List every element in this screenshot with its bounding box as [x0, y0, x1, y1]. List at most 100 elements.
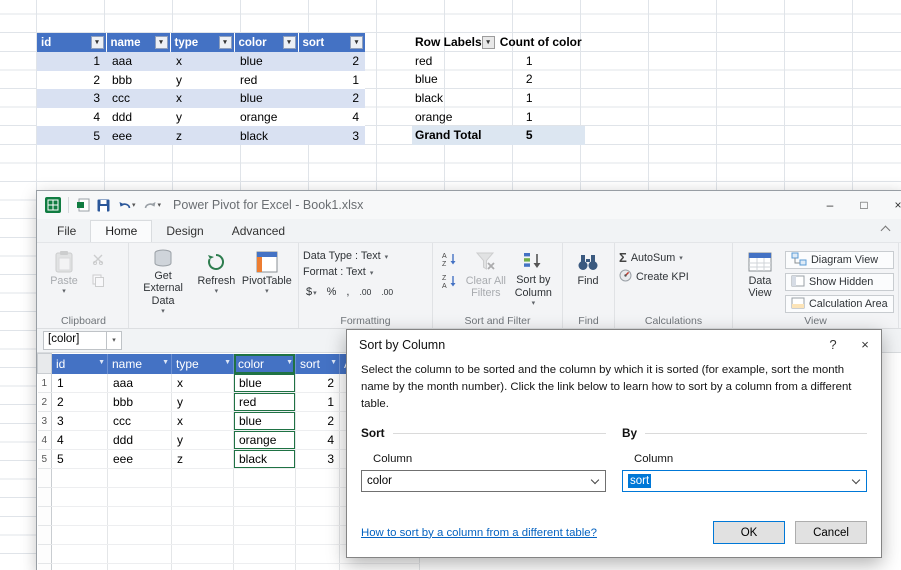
grid-cell[interactable]: blue: [233, 411, 296, 431]
cell[interactable]: 3: [37, 89, 106, 108]
cell[interactable]: blue: [234, 89, 298, 108]
pivot-value[interactable]: 1: [497, 52, 585, 71]
pivot-value[interactable]: 5: [496, 125, 585, 145]
grid-cell[interactable]: [107, 506, 172, 526]
grid-cell[interactable]: [51, 563, 108, 570]
cell[interactable]: aaa: [106, 52, 170, 71]
row-number[interactable]: [37, 487, 52, 507]
grid-cell[interactable]: [171, 468, 234, 488]
filter-icon[interactable]: ▾: [282, 36, 296, 49]
grid-cell[interactable]: [233, 563, 296, 570]
cancel-button[interactable]: Cancel: [795, 521, 867, 544]
grid-cell[interactable]: eee: [107, 449, 172, 469]
currency-format-button[interactable]: $ ▾: [303, 285, 320, 299]
grid-cell[interactable]: [107, 563, 172, 570]
select-all-corner[interactable]: [37, 353, 52, 374]
cell[interactable]: y: [170, 107, 234, 127]
grid-cell[interactable]: [51, 506, 108, 526]
pivot-rowlabels-header[interactable]: Row Labels ▾: [412, 33, 497, 52]
grid-cell[interactable]: [51, 487, 108, 507]
pivot-value[interactable]: 1: [497, 89, 585, 108]
dialog-help-button[interactable]: ?: [817, 330, 849, 360]
chevron-down-icon[interactable]: [585, 471, 605, 491]
tab-design[interactable]: Design: [152, 221, 217, 242]
grid-cell[interactable]: [51, 525, 108, 545]
name-box[interactable]: [color]: [43, 331, 107, 350]
collapse-ribbon-icon[interactable]: [880, 225, 891, 236]
row-number[interactable]: 3: [37, 411, 52, 431]
cell[interactable]: 2: [37, 70, 106, 90]
row-number[interactable]: 2: [37, 392, 52, 412]
tab-advanced[interactable]: Advanced: [218, 221, 299, 242]
grid-cell[interactable]: 2: [295, 411, 340, 431]
grid-cell[interactable]: aaa: [107, 373, 172, 393]
filter-icon[interactable]: ▾: [481, 36, 495, 49]
tab-home[interactable]: Home: [90, 220, 153, 242]
grid-cell[interactable]: y: [171, 392, 234, 412]
row-number[interactable]: 4: [37, 430, 52, 450]
grid-cell[interactable]: x: [171, 411, 234, 431]
cell[interactable]: 1: [298, 70, 365, 90]
grid-cell[interactable]: [171, 563, 234, 570]
row-number[interactable]: 1: [37, 373, 52, 393]
grid-cell[interactable]: [295, 563, 340, 570]
pivot-label[interactable]: blue: [412, 70, 497, 89]
create-kpi-button[interactable]: Create KPI: [619, 269, 689, 285]
increase-decimal-button[interactable]: .00: [356, 286, 374, 298]
by-column-combobox[interactable]: sort: [622, 470, 867, 493]
grid-cell[interactable]: 3: [295, 449, 340, 469]
source-table-header-type[interactable]: type ▾: [170, 33, 235, 52]
grid-header-color[interactable]: color ▼: [233, 353, 296, 374]
grid-cell[interactable]: [233, 544, 296, 564]
grid-cell[interactable]: ccc: [107, 411, 172, 431]
grid-cell[interactable]: [107, 468, 172, 488]
grid-cell[interactable]: [295, 487, 340, 507]
cell[interactable]: z: [170, 126, 234, 145]
grid-cell[interactable]: x: [171, 373, 234, 393]
grid-cell[interactable]: [51, 468, 108, 488]
cell[interactable]: 4: [298, 107, 365, 127]
show-hidden-button[interactable]: Show Hidden: [785, 273, 894, 291]
grid-cell[interactable]: [51, 544, 108, 564]
grid-cell[interactable]: 5: [51, 449, 108, 469]
cell[interactable]: 2: [298, 89, 365, 108]
diagram-view-button[interactable]: Diagram View: [785, 251, 894, 269]
grid-cell[interactable]: [295, 468, 340, 488]
grid-cell[interactable]: [107, 544, 172, 564]
minimize-button[interactable]: –: [813, 191, 847, 219]
grid-header-sort[interactable]: sort ▼: [295, 353, 340, 374]
dialog-close-button[interactable]: ×: [849, 330, 881, 360]
grid-cell[interactable]: 2: [51, 392, 108, 412]
cell[interactable]: y: [170, 70, 234, 90]
grid-cell[interactable]: 1: [51, 373, 108, 393]
refresh-button[interactable]: Refresh ▾: [193, 246, 240, 310]
source-table-header-sort[interactable]: sort ▾: [298, 33, 365, 52]
filter-icon[interactable]: ▾: [218, 36, 232, 49]
grid-cell[interactable]: red: [233, 392, 296, 412]
ok-button[interactable]: OK: [713, 521, 785, 544]
grid-cell[interactable]: black: [233, 449, 296, 469]
grid-cell[interactable]: [171, 506, 234, 526]
sort-descending-icon[interactable]: ZA: [440, 273, 460, 288]
save-icon[interactable]: [97, 199, 110, 212]
sort-by-column-button[interactable]: Sort by Column ▾: [509, 246, 558, 310]
cell[interactable]: eee: [106, 126, 170, 145]
grid-cell[interactable]: [171, 525, 234, 545]
cut-icon[interactable]: [88, 251, 108, 266]
cell[interactable]: black: [234, 126, 298, 145]
row-number[interactable]: [37, 468, 52, 488]
cell[interactable]: 2: [298, 52, 365, 71]
cell[interactable]: ccc: [106, 89, 170, 108]
cell[interactable]: blue: [234, 52, 298, 71]
row-number[interactable]: 5: [37, 449, 52, 469]
autosum-button[interactable]: Σ AutoSum ▾: [619, 250, 683, 265]
data-type-dropdown[interactable]: Data Type : Text ▾: [303, 250, 388, 262]
grid-cell[interactable]: 4: [51, 430, 108, 450]
grid-cell[interactable]: 3: [51, 411, 108, 431]
grid-cell[interactable]: [295, 506, 340, 526]
paste-button[interactable]: Paste ▾: [43, 246, 85, 310]
grid-cell[interactable]: bbb: [107, 392, 172, 412]
row-number[interactable]: [37, 544, 52, 564]
cell[interactable]: x: [170, 89, 234, 108]
pivot-value[interactable]: 2: [497, 70, 585, 89]
